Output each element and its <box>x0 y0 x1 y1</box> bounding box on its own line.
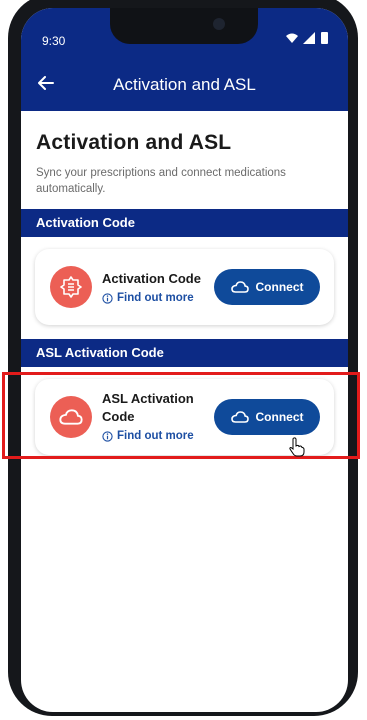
page-subtitle: Sync your prescriptions and connect medi… <box>36 167 286 195</box>
hand-cursor-icon <box>289 437 305 457</box>
connect-label: Connect <box>255 280 304 294</box>
info-icon <box>102 292 113 304</box>
page-title: Activation and ASL <box>36 131 232 154</box>
find-out-more-label: Find out more <box>117 292 194 304</box>
wifi-icon <box>286 33 298 43</box>
header-title: Activation and ASL <box>113 75 256 94</box>
section-header-asl-activation-code: ASL Activation Code <box>21 339 348 367</box>
phone-screen: 9:30 Activation and ASL Activation and A… <box>21 8 348 712</box>
activation-code-card: Activation Code Find out more Connect <box>35 249 334 325</box>
camera-icon <box>213 18 225 30</box>
camera-notch <box>110 8 258 44</box>
section-header-activation-code: Activation Code <box>21 209 348 237</box>
signal-icon <box>303 32 315 44</box>
connect-button[interactable]: Connect <box>214 269 320 305</box>
status-icons <box>285 32 328 44</box>
cloud-icon <box>230 281 249 293</box>
card-title: Activation Code <box>102 271 201 286</box>
status-time: 9:30 <box>42 34 66 48</box>
activation-badge-icon <box>50 266 92 308</box>
highlight-box <box>2 372 360 459</box>
battery-icon <box>321 32 328 44</box>
find-out-more-link[interactable]: Find out more <box>102 292 194 304</box>
